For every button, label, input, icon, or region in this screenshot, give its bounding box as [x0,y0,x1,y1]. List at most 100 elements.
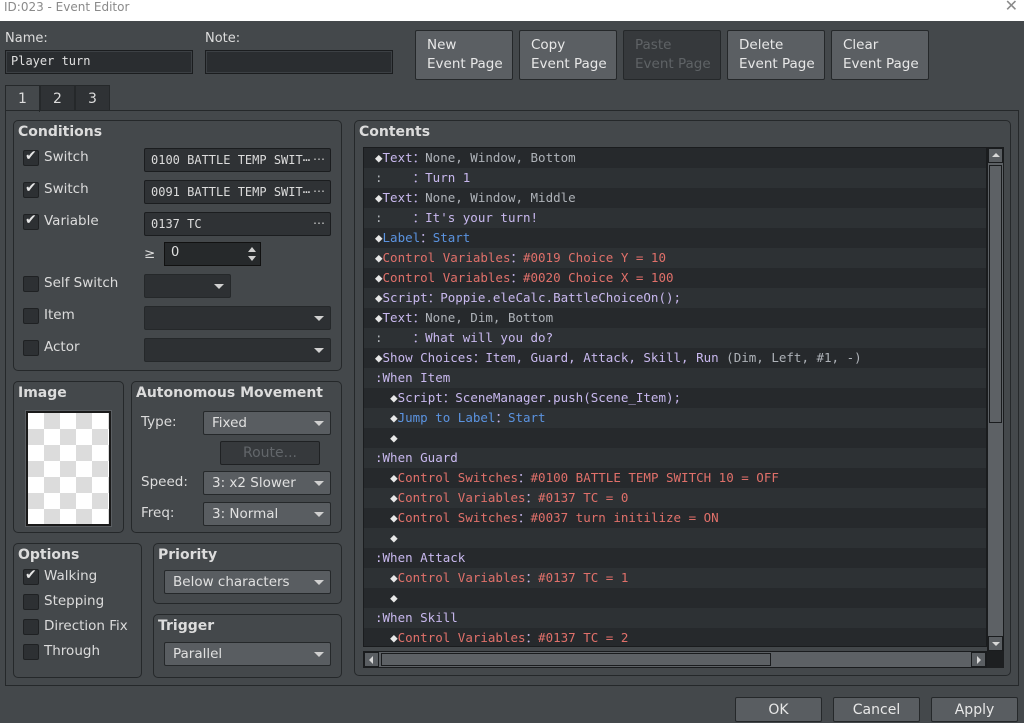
command-args: #0137 TC = 2 [538,630,629,645]
command-row[interactable]: : ：What will you do? [364,328,986,348]
type-label: Type: [141,414,177,430]
command-diamond-icon: ◆ [390,630,398,645]
command-row[interactable]: ◆Control Variables：#0020 Choice X = 100 [364,268,986,288]
command-name: Text [382,150,413,165]
new-event-page-button[interactable]: New Event Page [415,30,513,80]
command-row[interactable]: ◆Control Variables：#0137 TC = 1 [364,568,986,588]
note-input[interactable] [205,50,393,74]
command-name: Script [397,390,443,405]
tab-page-1[interactable]: 1 [5,85,40,112]
switch1-selector[interactable]: 0100 BATTLE TEMP SWIT⋯ ⋯ [144,148,331,172]
scroll-right-icon[interactable] [971,652,986,667]
variable-selector[interactable]: 0137 TC ⋯ [144,212,331,236]
direction-fix-checkbox[interactable] [23,619,39,635]
horizontal-scrollbar[interactable] [363,651,987,668]
event-command-list[interactable]: ◆Text：None, Window, Bottom: ：Turn 1 ◆Text… [363,147,987,647]
copy-event-page-button[interactable]: Copy Event Page [519,30,617,80]
switch1-value: 0100 BATTLE TEMP SWIT⋯ [151,153,310,167]
command-row[interactable]: :When Skill [364,608,986,628]
close-icon[interactable]: ✕ [1005,0,1018,14]
priority-dropdown[interactable]: Below characters [164,570,331,594]
direction-fix-label: Direction Fix [44,618,128,634]
chevron-down-icon [314,652,324,657]
command-name: Control Variables [382,270,511,285]
ellipsis-icon: ⋯ [313,184,325,198]
walking-checkbox[interactable]: ✔ [23,567,39,585]
command-args: None, Dim, Bottom [425,310,554,325]
command-diamond-icon: ◆ [390,390,398,405]
scroll-left-icon[interactable] [364,652,379,667]
route-button[interactable]: Route... [220,441,320,465]
command-row[interactable]: ◆Control Variables：#0019 Choice Y = 10 [364,248,986,268]
command-diamond-icon: ◆ [390,510,398,525]
command-row[interactable]: ◆Control Variables：#0137 TC = 2 [364,628,986,646]
switch2-selector[interactable]: 0091 BATTLE TEMP SWIT⋯ ⋯ [144,180,331,204]
command-row[interactable]: ◆Control Switches：#0100 BATTLE TEMP SWIT… [364,468,986,488]
apply-button[interactable]: Apply [931,697,1018,722]
item-dropdown[interactable] [144,306,331,330]
variable-amount-value: 0 [171,245,180,260]
command-separator: ： [518,470,531,485]
variable-operator: ≥ [144,246,156,262]
command-row[interactable]: :When Item [364,368,986,388]
command-row[interactable]: ◆Control Switches：#0037 turn initilize =… [364,508,986,528]
ok-button[interactable]: OK [735,697,822,722]
stepping-checkbox[interactable] [23,594,39,610]
switch2-checkbox[interactable]: ✔ [23,180,39,198]
command-row[interactable]: ◆Label：Start [364,228,986,248]
spin-down-icon[interactable] [248,256,256,261]
command-row[interactable]: ◆ [364,588,986,608]
title-bar: ID:023 - Event Editor ✕ [0,0,1024,21]
branch-label: When Guard [382,450,458,465]
scroll-up-icon[interactable] [988,148,1003,163]
actor-checkbox[interactable] [23,340,39,356]
command-row[interactable]: ◆Text：None, Dim, Bottom [364,308,986,328]
actor-dropdown[interactable] [144,338,331,362]
command-row[interactable]: ◆Show Choices：Item, Guard, Attack, Skill… [364,348,986,368]
movement-type-dropdown[interactable]: Fixed [203,411,331,435]
scroll-down-icon[interactable] [988,636,1003,651]
command-row[interactable]: ◆Script：SceneManager.push(Scene_Item); [364,388,986,408]
command-row[interactable]: :When Guard [364,448,986,468]
switch1-checkbox[interactable]: ✔ [23,148,39,166]
clear-event-page-button[interactable]: Clear Event Page [831,30,929,80]
command-row[interactable]: ◆Text：None, Window, Bottom [364,148,986,168]
variable-amount-spinner[interactable]: 0 [164,242,261,266]
command-row[interactable]: : ：It's your turn! [364,208,986,228]
delete-event-page-button[interactable]: Delete Event Page [727,30,825,80]
self-switch-dropdown[interactable] [144,274,231,298]
command-row[interactable]: ◆ [364,528,986,548]
variable-checkbox[interactable]: ✔ [23,212,39,230]
paste-event-page-button[interactable]: Paste Event Page [623,30,721,80]
command-separator: ： [525,630,539,645]
command-row[interactable]: ◆Control Variables：#0137 TC = 0 [364,488,986,508]
horizontal-scroll-thumb[interactable] [381,653,771,666]
branch-colon: : [375,550,383,565]
movement-speed-value: 3: x2 Slower [212,475,296,491]
command-row[interactable]: : ：Turn 1 [364,168,986,188]
command-row[interactable]: ◆Script：Poppie.eleCalc.BattleChoiceOn(); [364,288,986,308]
movement-freq-dropdown[interactable]: 3: Normal [203,502,331,526]
command-args: None, Window, Bottom [425,150,576,165]
command-separator: ： [412,310,426,325]
command-row[interactable]: ◆ [364,428,986,448]
name-input[interactable]: Player turn [5,50,193,74]
event-image-preview[interactable] [25,410,112,527]
self-switch-checkbox[interactable] [23,276,39,292]
command-row[interactable]: :When Attack [364,548,986,568]
trigger-dropdown[interactable]: Parallel [164,642,331,666]
tab-page-3[interactable]: 3 [75,85,110,111]
command-row[interactable]: ◆Jump to Label：Start [364,408,986,428]
cancel-button[interactable]: Cancel [833,697,920,722]
command-row[interactable]: ◆Text：None, Window, Middle [364,188,986,208]
through-checkbox[interactable] [23,644,39,660]
tab-page-2[interactable]: 2 [40,85,75,111]
vertical-scroll-thumb[interactable] [989,165,1002,423]
event-editor-window: Name: Player turn Note: New Event Page Co… [0,21,1024,723]
vertical-scrollbar[interactable] [987,147,1004,652]
movement-speed-dropdown[interactable]: 3: x2 Slower [203,471,331,495]
item-checkbox[interactable] [23,308,39,324]
spin-up-icon[interactable] [248,247,256,252]
command-diamond-icon: ◆ [375,250,383,265]
